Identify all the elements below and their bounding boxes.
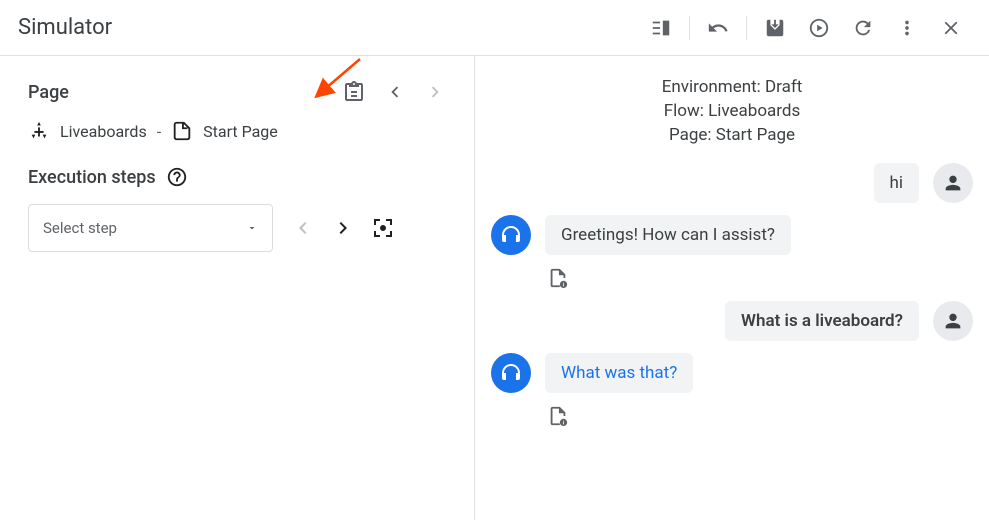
help-icon[interactable] — [166, 166, 188, 188]
bot-message: Greetings! How can I assist? — [545, 215, 791, 255]
response-details-icon[interactable]: i — [547, 267, 791, 289]
bot-avatar-icon — [491, 215, 531, 255]
step-next-button[interactable] — [331, 216, 355, 240]
step-nav — [291, 216, 395, 240]
context-page: Page: Start Page — [491, 124, 973, 148]
context-flow: Flow: Liveaboards — [491, 100, 973, 124]
breadcrumb-sep: - — [157, 122, 161, 141]
page-prev-button[interactable] — [384, 81, 406, 103]
chat-row-bot: Greetings! How can I assist? i — [491, 215, 973, 289]
breadcrumb-flow[interactable]: Liveaboards — [60, 122, 147, 141]
undo-button[interactable] — [698, 8, 738, 48]
user-avatar-icon — [933, 301, 973, 341]
toggle-panel-button[interactable] — [641, 8, 681, 48]
user-avatar-icon — [933, 163, 973, 203]
response-details-icon[interactable]: i — [547, 405, 693, 427]
save-button[interactable] — [755, 8, 795, 48]
toolbar-divider — [689, 16, 690, 40]
chevron-down-icon — [246, 222, 258, 234]
flow-icon — [28, 120, 50, 142]
app-header: Simulator — [0, 0, 989, 56]
play-button[interactable] — [799, 8, 839, 48]
toolbar — [641, 8, 971, 48]
chat-row-bot: What was that? i — [491, 353, 973, 427]
page-icon — [171, 120, 193, 142]
bot-avatar-icon — [491, 353, 531, 393]
left-panel: Page Liveaboards - Start — [0, 56, 475, 520]
page-nav — [342, 80, 446, 104]
bot-message-col: Greetings! How can I assist? i — [545, 215, 791, 289]
bot-message-col: What was that? i — [545, 353, 693, 427]
app-title: Simulator — [18, 15, 112, 40]
exec-label: Execution steps — [28, 167, 156, 188]
user-message: What is a liveaboard? — [725, 301, 919, 341]
main-body: Page Liveaboards - Start — [0, 56, 989, 520]
step-select-placeholder: Select step — [43, 219, 117, 237]
page-label: Page — [28, 82, 69, 103]
close-button[interactable] — [931, 8, 971, 48]
more-button[interactable] — [887, 8, 927, 48]
focus-button[interactable] — [371, 216, 395, 240]
context-env: Environment: Draft — [491, 76, 973, 100]
context-info: Environment: Draft Flow: Liveaboards Pag… — [491, 76, 973, 147]
chat-row-user: hi — [491, 163, 973, 203]
right-panel: Environment: Draft Flow: Liveaboards Pag… — [475, 56, 989, 520]
step-select[interactable]: Select step — [28, 204, 273, 252]
select-row: Select step — [28, 204, 446, 252]
user-message: hi — [874, 163, 920, 203]
clipboard-icon[interactable] — [342, 80, 366, 104]
toolbar-divider — [746, 16, 747, 40]
page-next-button[interactable] — [424, 81, 446, 103]
breadcrumb-page[interactable]: Start Page — [203, 122, 278, 141]
exec-header: Execution steps — [28, 166, 446, 188]
page-section-header: Page — [28, 80, 446, 104]
reset-button[interactable] — [843, 8, 883, 48]
step-prev-button[interactable] — [291, 216, 315, 240]
bot-message-link[interactable]: What was that? — [545, 353, 693, 393]
chat-row-user: What is a liveaboard? — [491, 301, 973, 341]
breadcrumb: Liveaboards - Start Page — [28, 120, 446, 142]
